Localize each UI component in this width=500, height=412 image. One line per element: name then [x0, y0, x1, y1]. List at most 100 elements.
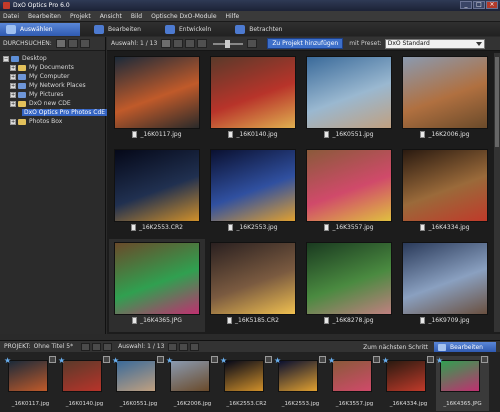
filmstrip-item[interactable]: ★ _16K3557.jpg: [328, 356, 381, 411]
project-grid-icon[interactable]: [103, 342, 113, 351]
thumbnail-cell[interactable]: _16K2553.jpg: [205, 146, 301, 239]
thumbnail-cell[interactable]: _16K0551.jpg: [301, 53, 397, 146]
tree-item[interactable]: + My Network Places: [3, 81, 105, 90]
thumbnail-cell[interactable]: _16K8278.jpg: [301, 239, 397, 332]
expand-icon[interactable]: +: [10, 91, 16, 98]
photo-thumbnail[interactable]: [306, 149, 392, 222]
checkbox-icon[interactable]: [319, 356, 326, 363]
photo-thumbnail[interactable]: [114, 242, 200, 315]
checkbox-icon[interactable]: [265, 356, 272, 363]
tree-item[interactable]: + My Pictures: [3, 90, 105, 99]
filmstrip-thumbnail[interactable]: [116, 360, 156, 392]
thumbnail-cell[interactable]: _16K0140.jpg: [205, 53, 301, 146]
filmstrip-thumbnail[interactable]: [332, 360, 372, 392]
filmstrip-thumbnail[interactable]: [170, 360, 210, 392]
thumbnail-cell[interactable]: _16K2006.jpg: [397, 53, 493, 146]
menu-bild[interactable]: Bild: [131, 13, 142, 20]
tab-bearbeiten[interactable]: Bearbeiten: [88, 23, 151, 36]
thumbnail-cell[interactable]: _16K4334.jpg: [397, 146, 493, 239]
tree-item[interactable]: + My Computer: [3, 72, 105, 81]
thumbnail-cell[interactable]: _16K5185.CR2: [205, 239, 301, 332]
close-icon[interactable]: ×: [486, 1, 498, 9]
filmstrip-thumbnail[interactable]: [62, 360, 102, 392]
menu-bearbeiten[interactable]: Bearbeiten: [28, 13, 61, 20]
thumbnail-cell[interactable]: _16K3557.jpg: [301, 146, 397, 239]
filmstrip-item[interactable]: ★ _16K0140.jpg: [58, 356, 111, 411]
filmstrip-thumbnail[interactable]: [224, 360, 264, 392]
menu-datei[interactable]: Datei: [3, 13, 19, 20]
sort-icon[interactable]: [185, 39, 196, 48]
checkbox-icon[interactable]: [373, 356, 380, 363]
photo-thumbnail[interactable]: [210, 56, 296, 129]
filmstrip-item[interactable]: ★ _16K0551.jpg: [112, 356, 165, 411]
photo-thumbnail[interactable]: [210, 242, 296, 315]
tab-betrachten[interactable]: Betrachten: [229, 23, 292, 36]
edit-step-button[interactable]: Bearbeiten: [434, 342, 496, 352]
filter-icon[interactable]: [197, 39, 208, 48]
tree-item[interactable]: + DxO new CDE: [3, 99, 105, 108]
project-save-icon[interactable]: [92, 342, 102, 351]
project-name[interactable]: Ohne Titel 5*: [34, 343, 74, 350]
next-step-link[interactable]: Zum nächsten Schritt: [363, 342, 428, 352]
tree-item[interactable]: + Photos Box: [3, 117, 105, 126]
filmstrip-thumbnail[interactable]: [8, 360, 48, 392]
photo-thumbnail[interactable]: [402, 149, 488, 222]
folder-view-icon[interactable]: [55, 39, 66, 48]
filmstrip-item[interactable]: ★ _16K4365.JPG: [436, 356, 489, 411]
list-view-icon[interactable]: [67, 39, 78, 48]
filmstrip-thumbnail[interactable]: [440, 360, 480, 392]
filmstrip-thumbnail[interactable]: [278, 360, 318, 392]
checkbox-icon[interactable]: [211, 356, 218, 363]
expand-icon[interactable]: +: [10, 82, 16, 89]
photo-thumbnail[interactable]: [402, 242, 488, 315]
thumbnail-cell[interactable]: _16K9709.jpg: [397, 239, 493, 332]
menu-ansicht[interactable]: Ansicht: [100, 13, 122, 20]
filmstrip-item[interactable]: ★ _16K0117.jpg: [4, 356, 57, 411]
checkbox-icon[interactable]: [49, 356, 56, 363]
filmstrip-thumbnail[interactable]: [386, 360, 426, 392]
filmstrip-item[interactable]: ★ _16K2553.CR2: [220, 356, 273, 411]
minimize-icon[interactable]: _: [460, 1, 472, 9]
thumbnail-cell[interactable]: _16K2553.CR2: [109, 146, 205, 239]
rotate-right-icon[interactable]: [179, 342, 189, 351]
photo-thumbnail[interactable]: [114, 56, 200, 129]
slider-knob[interactable]: [225, 39, 231, 48]
menu-optische-module[interactable]: Optische DxO-Module: [151, 13, 216, 20]
grid-view-icon[interactable]: [161, 39, 172, 48]
checkbox-icon[interactable]: [103, 356, 110, 363]
expand-icon[interactable]: +: [10, 100, 16, 107]
checkbox-icon[interactable]: [427, 356, 434, 363]
rotate-left-icon[interactable]: [168, 342, 178, 351]
detail-view-icon[interactable]: [173, 39, 184, 48]
checkbox-icon[interactable]: [481, 356, 488, 363]
photo-thumbnail[interactable]: [114, 149, 200, 222]
photo-thumbnail[interactable]: [306, 56, 392, 129]
menu-projekt[interactable]: Projekt: [70, 13, 91, 20]
photo-thumbnail[interactable]: [402, 56, 488, 129]
thumbnail-cell[interactable]: _16K4365.JPG: [109, 239, 205, 332]
expand-icon[interactable]: +: [10, 64, 16, 71]
project-open-icon[interactable]: [81, 342, 91, 351]
filmstrip-item[interactable]: ★ _16K4334.jpg: [382, 356, 435, 411]
thumbnail-cell[interactable]: _16K0117.jpg: [109, 53, 205, 146]
zoom-icon[interactable]: [247, 39, 258, 48]
scroll-thumb[interactable]: [495, 57, 499, 147]
preset-dropdown[interactable]: DxO Standard: [384, 38, 485, 49]
checkbox-icon[interactable]: [157, 356, 164, 363]
remove-icon[interactable]: [190, 342, 200, 351]
tree-item[interactable]: DxO Optics Pro Photos CdE: [3, 108, 108, 117]
add-to-project-button[interactable]: Zu Projekt hinzufügen: [267, 38, 344, 49]
refresh-icon[interactable]: [79, 39, 90, 48]
filmstrip-item[interactable]: ★ _16K2006.jpg: [166, 356, 219, 411]
expand-icon[interactable]: +: [10, 118, 16, 125]
photo-thumbnail[interactable]: [210, 149, 296, 222]
expand-icon[interactable]: +: [10, 73, 16, 80]
tab-auswaehlen[interactable]: Auswählen: [0, 22, 80, 36]
photo-thumbnail[interactable]: [306, 242, 392, 315]
vertical-scrollbar[interactable]: [494, 53, 500, 332]
menu-hilfe[interactable]: Hilfe: [226, 13, 240, 20]
expand-icon[interactable]: −: [3, 55, 9, 62]
maximize-icon[interactable]: □: [473, 1, 485, 9]
filmstrip-item[interactable]: ★ _16K2553.jpg: [274, 356, 327, 411]
tab-entwickeln[interactable]: Entwickeln: [159, 23, 221, 36]
